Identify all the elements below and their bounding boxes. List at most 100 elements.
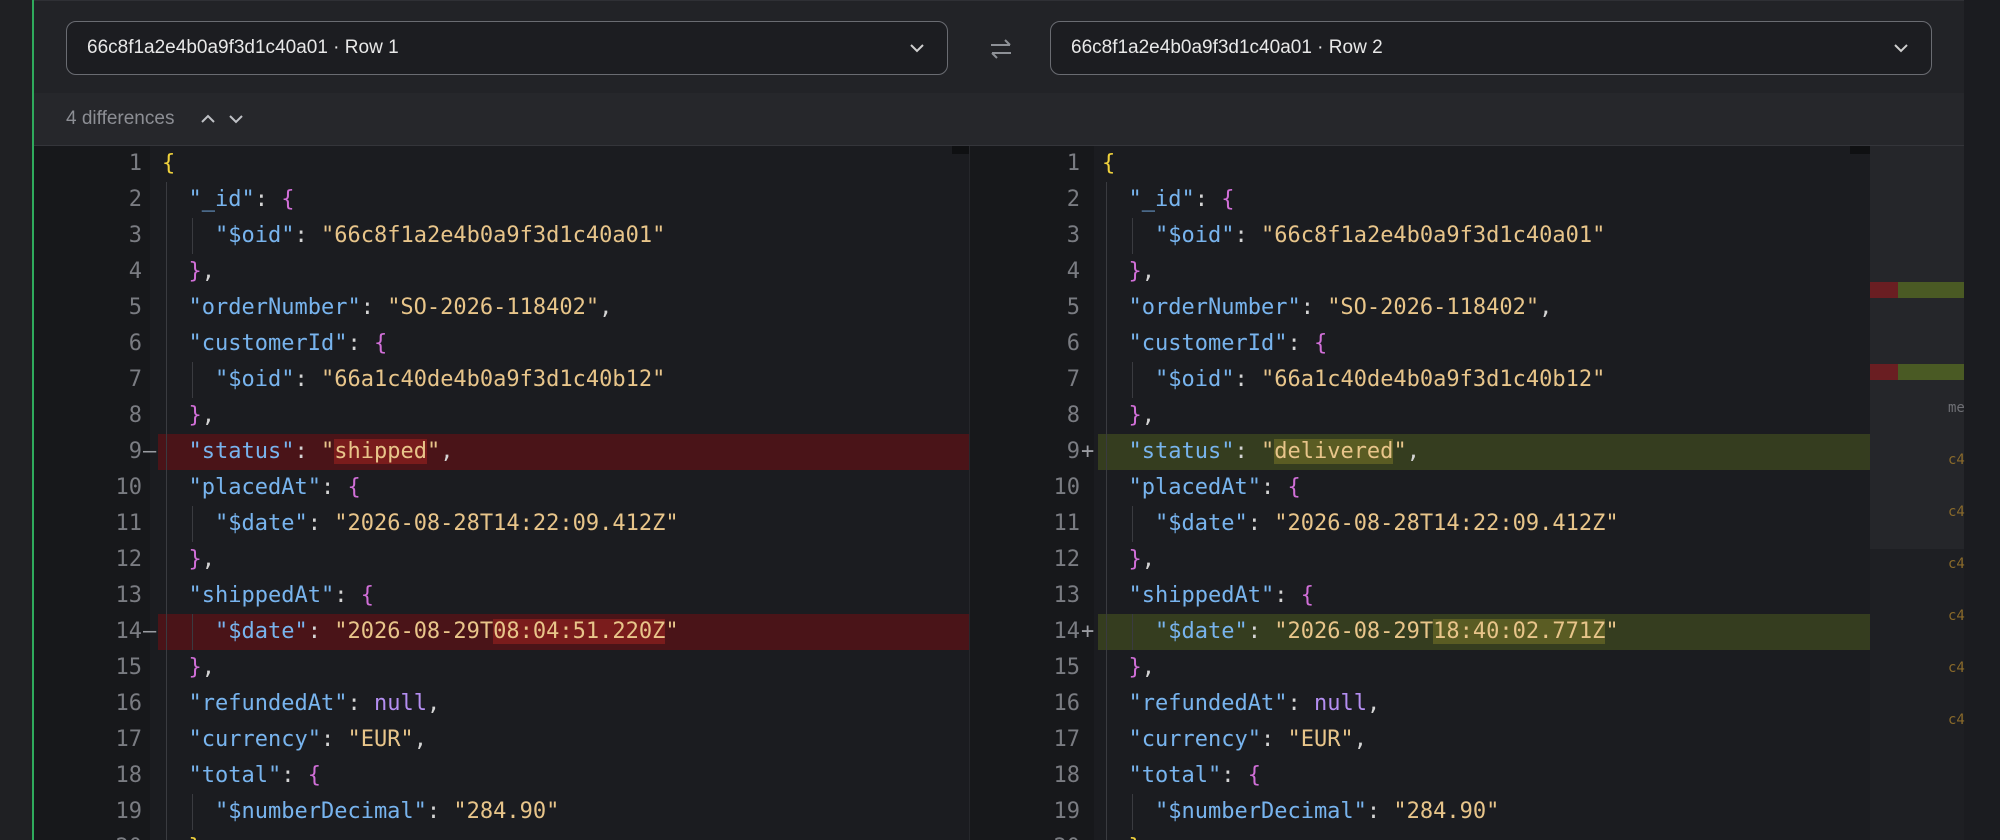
indent-guide	[192, 614, 193, 650]
code-line: 1{	[34, 146, 969, 182]
code-line: 19 "$numberDecimal": "284.90"	[34, 794, 969, 830]
line-number: 19	[1053, 799, 1081, 824]
indent-guide	[1106, 758, 1107, 794]
code-text: "$date": "2026-08-29T18:40:02.771Z"	[1155, 619, 1619, 644]
code-line: 11 "$date": "2026-08-28T14:22:09.412Z"	[970, 506, 1870, 542]
line-number: 12	[115, 547, 143, 572]
indent-guide	[1106, 614, 1107, 650]
line-number: 3	[128, 223, 142, 248]
indent-guide	[192, 218, 193, 254]
indent-guide	[1106, 434, 1107, 470]
code-line: 7 "$oid": "66a1c40de4b0a9f3d1c40b12"	[34, 362, 969, 398]
chevron-down-icon	[1894, 44, 1908, 53]
code-text: },	[1128, 259, 1156, 284]
overview-ruler[interactable]: me c4 c4 c4 c4 c4 c4	[1870, 146, 1965, 840]
line-number: 3	[1066, 223, 1080, 248]
code-text: "status": "delivered",	[1128, 439, 1420, 464]
removed-marker: —	[143, 619, 157, 644]
indent-guide	[1132, 614, 1133, 650]
indent-guide	[1106, 578, 1107, 614]
line-number: 7	[1066, 367, 1080, 392]
added-marker: +	[1081, 439, 1095, 464]
code-text: },	[188, 403, 216, 428]
right-document-editor[interactable]: 1{2 "_id": {3 "$oid": "66c8f1a2e4b0a9f3d…	[970, 146, 1870, 840]
indent-guide	[1132, 506, 1133, 542]
code-line: 6 "customerId": {	[34, 326, 969, 362]
overview-snippet: me	[1948, 400, 1965, 416]
overview-viewport	[1870, 146, 1964, 549]
code-text: "placedAt": {	[188, 475, 361, 500]
code-text: "status": "shipped",	[188, 439, 454, 464]
code-line: 18 "total": {	[34, 758, 969, 794]
line-number: 14	[115, 619, 143, 644]
indent-guide	[166, 254, 167, 290]
overview-removed-marker	[1870, 282, 1898, 298]
indent-guide	[1106, 542, 1107, 578]
diff-editors: 1{2 "_id": {3 "$oid": "66c8f1a2e4b0a9f3d…	[34, 146, 1965, 840]
previous-difference-button[interactable]	[194, 105, 222, 133]
right-row-select[interactable]: 66c8f1a2e4b0a9f3d1c40a01 · Row 2	[1050, 21, 1932, 75]
line-number: 1	[128, 151, 142, 176]
line-number: 15	[115, 655, 143, 680]
line-number: 4	[1066, 259, 1080, 284]
chevron-down-icon	[229, 115, 244, 124]
indent-guide	[1106, 398, 1107, 434]
code-text: "placedAt": {	[1128, 475, 1301, 500]
indent-guide	[166, 362, 167, 398]
left-row-select[interactable]: 66c8f1a2e4b0a9f3d1c40a01 · Row 1	[66, 21, 948, 75]
indent-guide	[1106, 722, 1107, 758]
line-number: 1	[1066, 151, 1080, 176]
line-number: 17	[115, 727, 143, 752]
line-number: 16	[1053, 691, 1081, 716]
next-difference-button[interactable]	[222, 105, 250, 133]
line-number: 9	[128, 439, 142, 464]
indent-guide	[166, 218, 167, 254]
code-text: "orderNumber": "SO-2026-118402",	[1128, 295, 1553, 320]
indent-guide	[166, 542, 167, 578]
code-text: "$numberDecimal": "284.90"	[215, 799, 560, 824]
code-line: 1{	[970, 146, 1870, 182]
line-number: 9	[1066, 439, 1080, 464]
code-text: "$date": "2026-08-29T08:04:51.220Z"	[215, 619, 679, 644]
code-line: 16 "refundedAt": null,	[34, 686, 969, 722]
line-number: 10	[1053, 475, 1081, 500]
left-document-editor[interactable]: 1{2 "_id": {3 "$oid": "66c8f1a2e4b0a9f3d…	[34, 146, 970, 840]
code-line: 8 },	[34, 398, 969, 434]
code-text: "$date": "2026-08-28T14:22:09.412Z"	[1155, 511, 1619, 536]
indent-guide	[1106, 830, 1107, 840]
code-line: 5 "orderNumber": "SO-2026-118402",	[34, 290, 969, 326]
code-line: 6 "customerId": {	[970, 326, 1870, 362]
code-text: },	[188, 655, 216, 680]
overview-snippet: c4	[1948, 712, 1965, 728]
code-text: "total": {	[188, 763, 321, 788]
code-line: 15 },	[34, 650, 969, 686]
line-number: 6	[128, 331, 142, 356]
overview-snippet: c4	[1948, 452, 1965, 468]
code-line: 19 "$numberDecimal": "284.90"	[970, 794, 1870, 830]
swap-rows-button[interactable]	[984, 32, 1018, 66]
removed-marker: —	[143, 439, 157, 464]
code-line: 17 "currency": "EUR",	[34, 722, 969, 758]
code-text: "_id": {	[1128, 187, 1235, 212]
code-text: "currency": "EUR",	[1128, 727, 1367, 752]
code-line: 12 },	[970, 542, 1870, 578]
line-number: 20	[970, 830, 1081, 840]
indent-guide	[166, 470, 167, 506]
indent-guide	[1106, 290, 1107, 326]
code-text: "_id": {	[188, 187, 295, 212]
line-number: 19	[115, 799, 143, 824]
indent-guide	[1106, 650, 1107, 686]
code-line: 20 }	[970, 830, 1870, 840]
indent-guide	[1106, 794, 1107, 830]
code-line: 12 },	[34, 542, 969, 578]
indent-guide	[166, 398, 167, 434]
indent-guide	[166, 326, 167, 362]
code-line: 16 "refundedAt": null,	[970, 686, 1870, 722]
line-number: 17	[1053, 727, 1081, 752]
code-text: "$numberDecimal": "284.90"	[1155, 799, 1500, 824]
indent-guide	[1106, 506, 1107, 542]
line-number: 8	[128, 403, 142, 428]
code-line: 3 "$oid": "66c8f1a2e4b0a9f3d1c40a01"	[970, 218, 1870, 254]
line-number: 11	[1053, 511, 1081, 536]
line-number: 15	[1053, 655, 1081, 680]
